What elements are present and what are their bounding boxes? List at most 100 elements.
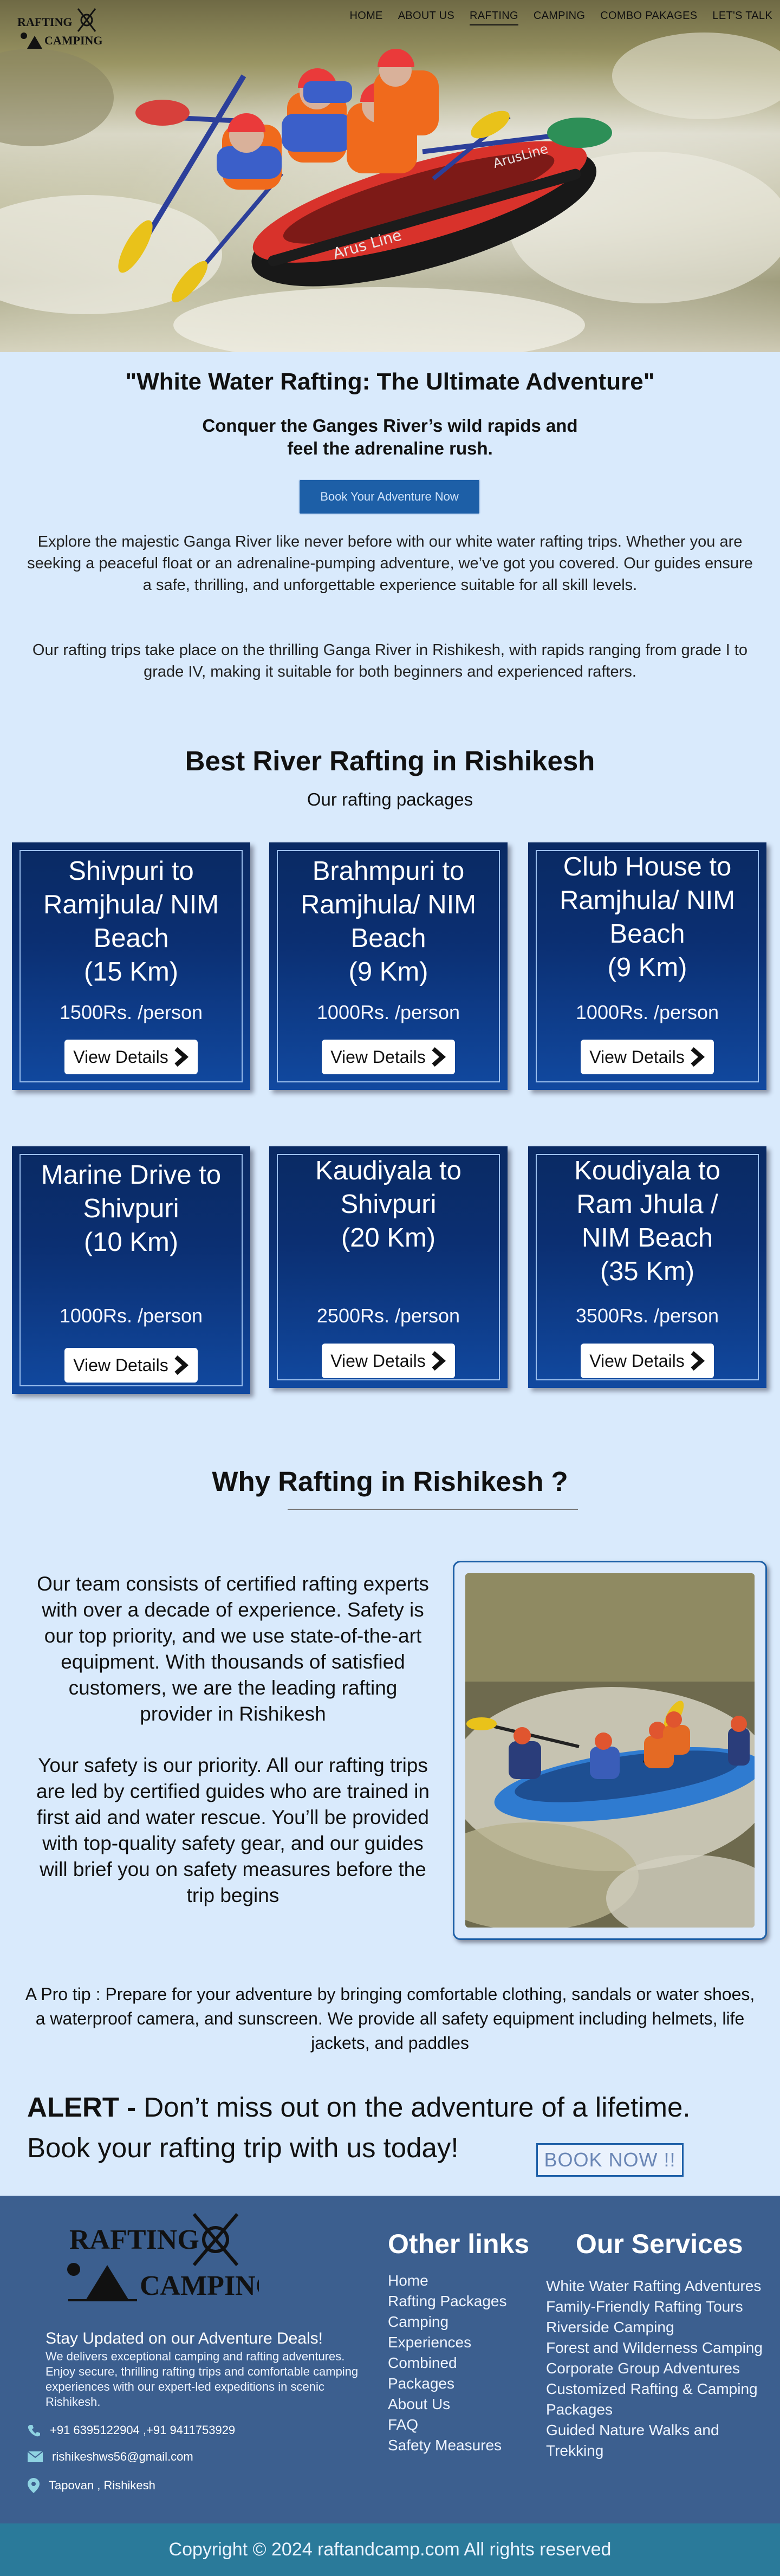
nav-about-us[interactable]: ABOUT US xyxy=(398,10,454,25)
service-item[interactable]: Corporate Group Adventures xyxy=(546,2358,763,2379)
package-distance: (10 Km) xyxy=(83,1228,179,1257)
view-details-button[interactable]: View Details xyxy=(581,1344,714,1378)
service-item[interactable]: Trekking xyxy=(546,2441,763,2461)
service-item[interactable]: Riverside Camping xyxy=(546,2317,763,2338)
copyright-bar: Copyright © 2024 raftandcamp.com All rig… xyxy=(0,2523,780,2576)
package-price: 3500Rs. /person xyxy=(575,1305,719,1327)
service-item[interactable]: Family-Friendly Rafting Tours xyxy=(546,2296,763,2317)
alert-label: ALERT - xyxy=(27,2092,136,2123)
intro-subtitle: Conquer the Ganges River’s wild rapids a… xyxy=(202,416,578,458)
alert-line-1: ALERT - Don’t miss out on the adventure … xyxy=(27,2091,691,2123)
package-name: Shivpuri to Ramjhula/ NIM Beach xyxy=(43,856,219,953)
view-details-label: View Details xyxy=(330,1351,426,1371)
chevron-right-icon xyxy=(430,1351,446,1371)
why-title: Why Rafting in Rishikesh ? xyxy=(212,1466,568,1497)
package-name: Marine Drive to Shivpuri xyxy=(41,1160,222,1223)
site-logo[interactable]: RAFTING CAMPING xyxy=(16,7,103,55)
view-details-label: View Details xyxy=(73,1355,168,1375)
nav-combo-packages[interactable]: COMBO PAKAGES xyxy=(600,10,697,25)
footer-heading: Stay Updated on our Adventure Deals! xyxy=(46,2330,323,2347)
other-links-list: Home Rafting Packages Camping Experience… xyxy=(388,2270,506,2456)
chevron-right-icon xyxy=(689,1351,705,1371)
footer-link-faq[interactable]: FAQ xyxy=(388,2415,506,2435)
logo-text-rafting: RAFTING xyxy=(17,15,72,29)
footer-link-combined[interactable]: Combined xyxy=(388,2353,506,2373)
package-distance: (20 Km) xyxy=(341,1223,436,1253)
our-services-list: White Water Rafting Adventures Family-Fr… xyxy=(546,2276,763,2461)
intro-paragraph-1: Explore the majestic Ganga River like ne… xyxy=(27,533,753,594)
pro-tip-label: A Pro tip xyxy=(25,1984,91,2004)
nav-home[interactable]: HOME xyxy=(349,10,382,25)
footer-phone-text: +91 6395122904 ,+91 9411753929 xyxy=(50,2423,236,2437)
logo-text-camping: CAMPING xyxy=(44,34,103,47)
why-rafting-photo xyxy=(465,1573,755,1928)
package-price: 2500Rs. /person xyxy=(316,1305,460,1327)
package-card: Koudiyala to Ram Jhula / NIM Beach (35 Km… xyxy=(528,1146,766,1388)
why-photo-frame xyxy=(453,1561,767,1940)
phone-icon xyxy=(28,2425,40,2437)
service-item[interactable]: Guided Nature Walks and xyxy=(546,2420,763,2441)
footer-address: Tapovan , Rishikesh xyxy=(27,2477,155,2494)
other-links-title: Other links xyxy=(388,2229,530,2259)
nav-camping[interactable]: CAMPING xyxy=(534,10,585,25)
view-details-label: View Details xyxy=(73,1047,168,1067)
why-paragraph-1: Our team consists of certified rafting e… xyxy=(37,1573,429,1725)
top-navbar: RAFTING CAMPING HOME ABOUT US RAFTING CA… xyxy=(0,0,780,49)
footer-email-text: rishikeshws56@gmail.com xyxy=(52,2450,193,2463)
hero-rafting-photo: Arus Line ArusLine xyxy=(0,33,780,352)
footer-email[interactable]: rishikeshws56@gmail.com xyxy=(27,2450,193,2464)
footer-phone[interactable]: +91 6395122904 ,+91 9411753929 xyxy=(27,2423,235,2437)
footer-link-home[interactable]: Home xyxy=(388,2270,506,2291)
chevron-right-icon xyxy=(689,1047,705,1067)
book-now-button[interactable]: BOOK NOW !! xyxy=(536,2143,684,2177)
chevron-right-icon xyxy=(173,1047,189,1067)
footer-logo[interactable]: RAFTING CAMPING xyxy=(64,2211,259,2306)
view-details-button[interactable]: View Details xyxy=(64,1040,198,1074)
nav-rafting[interactable]: RAFTING xyxy=(469,10,518,25)
package-distance: (35 Km) xyxy=(600,1257,695,1286)
service-item[interactable]: White Water Rafting Adventures xyxy=(546,2276,763,2296)
view-details-button[interactable]: View Details xyxy=(64,1348,198,1383)
package-distance: (15 Km) xyxy=(83,957,179,987)
footer-link-safety-measures[interactable]: Safety Measures xyxy=(388,2435,506,2456)
package-card: Marine Drive to Shivpuri (10 Km) 1000Rs. … xyxy=(12,1146,250,1394)
footer-link-camping[interactable]: Camping xyxy=(388,2312,506,2332)
packages-title: Best River Rafting in Rishikesh xyxy=(185,745,595,776)
package-price: 1000Rs. /person xyxy=(316,1001,460,1023)
footer-link-rafting-packages[interactable]: Rafting Packages xyxy=(388,2291,506,2312)
pro-tip: A Pro tip : Prepare for your adventure b… xyxy=(22,1982,758,2055)
service-item[interactable]: Forest and Wilderness Camping xyxy=(546,2338,763,2358)
package-distance: (9 Km) xyxy=(348,957,428,987)
view-details-button[interactable]: View Details xyxy=(322,1040,455,1074)
view-details-button[interactable]: View Details xyxy=(581,1040,714,1074)
service-item[interactable]: Customized Rafting & Camping xyxy=(546,2379,763,2399)
footer-link-packages[interactable]: Packages xyxy=(388,2373,506,2394)
nav-lets-talk[interactable]: LET'S TALK xyxy=(712,10,772,25)
alert-line-2: Book your rafting trip with us today! xyxy=(27,2132,459,2163)
service-item[interactable]: Packages xyxy=(546,2399,763,2420)
nav-links: HOME ABOUT US RAFTING CAMPING COMBO PAKA… xyxy=(349,10,772,25)
view-details-label: View Details xyxy=(589,1047,685,1067)
view-details-button[interactable]: View Details xyxy=(322,1344,455,1378)
package-name: Koudiyala to Ram Jhula / NIM Beach xyxy=(574,1156,720,1253)
footer: RAFTING CAMPING Stay Updated on our Adve… xyxy=(0,2196,780,2523)
chevron-right-icon xyxy=(173,1355,189,1375)
package-card: Shivpuri to Ramjhula/ NIM Beach (15 Km) 1… xyxy=(12,842,250,1090)
alert-text-1: Don’t miss out on the adventure of a lif… xyxy=(144,2092,691,2123)
book-adventure-button[interactable]: Book Your Adventure Now xyxy=(298,479,480,515)
our-services-title: Our Services xyxy=(576,2229,743,2259)
view-details-label: View Details xyxy=(589,1351,685,1371)
package-price: 1000Rs. /person xyxy=(59,1305,203,1327)
package-price: 1000Rs. /person xyxy=(575,1001,719,1023)
packages-subtitle: Our rafting packages xyxy=(307,789,473,809)
why-title-underline xyxy=(288,1509,578,1510)
intro-paragraph-2: Our rafting trips take place on the thri… xyxy=(32,641,748,680)
pro-tip-text: : Prepare for your adventure by bringing… xyxy=(35,1984,755,2053)
tent-icon xyxy=(67,2263,137,2301)
footer-link-about-us[interactable]: About Us xyxy=(388,2394,506,2415)
package-price: 1500Rs. /person xyxy=(59,1001,203,1023)
mail-icon xyxy=(27,2451,43,2462)
footer-link-experiences[interactable]: Experiences xyxy=(388,2332,506,2353)
intro-title: "White Water Rafting: The Ultimate Adven… xyxy=(125,368,655,395)
footer-logo-text-camping: CAMPING xyxy=(140,2270,259,2301)
